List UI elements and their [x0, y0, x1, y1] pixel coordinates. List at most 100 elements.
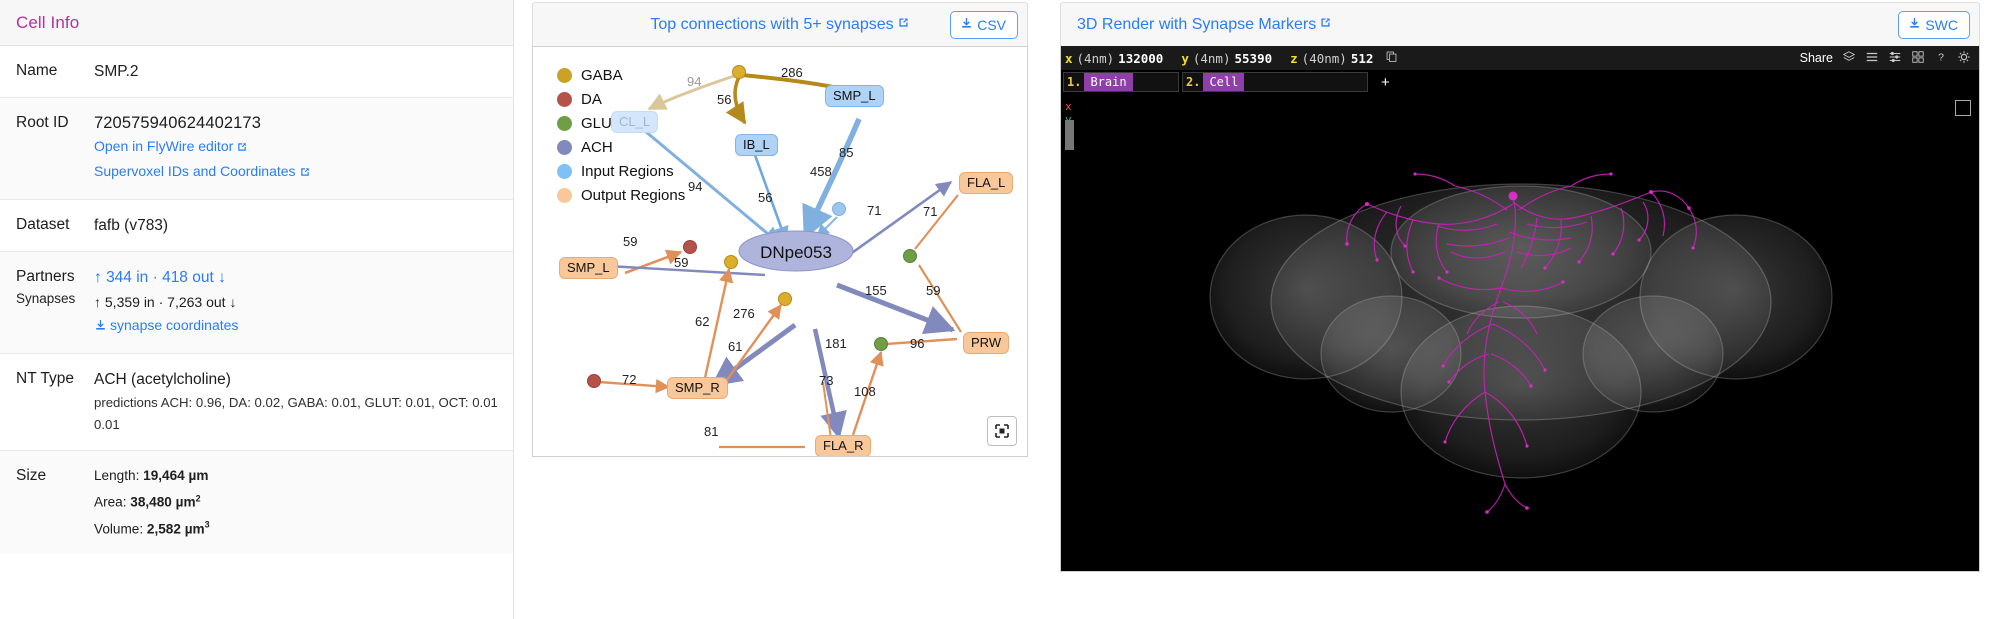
edge-label: 59	[926, 283, 941, 298]
edge-label: 94	[687, 74, 702, 89]
size-area: Area: 38,480 µm2	[94, 487, 497, 514]
size-length-value: 19,464 µm	[143, 468, 209, 483]
sliders-icon[interactable]	[1888, 50, 1902, 67]
cell-info-header: Cell Info	[0, 0, 513, 46]
gear-icon[interactable]	[1957, 50, 1971, 67]
external-link-icon	[299, 162, 311, 185]
menu-icon[interactable]	[1865, 50, 1879, 67]
legend-item-ach: ACH	[557, 135, 685, 159]
csv-label: CSV	[977, 16, 1006, 33]
copy-icon[interactable]	[1385, 50, 1398, 66]
supervoxel-ids-coordinates-link[interactable]: Supervoxel IDs and Coordinates	[94, 160, 296, 182]
graph-node-smp-l-left[interactable]: SMP_L	[559, 257, 618, 279]
synapses-counts: ↑ 5,359 in · 7,263 out ↓	[94, 290, 497, 314]
connections-graph-canvas[interactable]: DNpe053 GABA DA GLUT ACH Input Regions O…	[532, 46, 1028, 457]
info-row-size: Size Length: 19,464 µm Area: 38,480 µm2 …	[0, 451, 513, 555]
partners-in-out[interactable]: 344 in · 418 out	[106, 269, 214, 286]
graph-node-cl-l[interactable]: CL_L	[611, 111, 659, 133]
synapses-in-out: 5,359 in · 7,263 out	[104, 294, 226, 310]
row-label-dataset: Dataset	[16, 216, 70, 233]
add-layer-button[interactable]: +	[1371, 72, 1400, 92]
layers-icon[interactable]	[1842, 50, 1856, 67]
render-3d-panel: 3D Render with Synapse Markers SWC x (4n…	[1046, 0, 1984, 619]
nt-type-value: ACH (acetylcholine)	[94, 371, 231, 388]
nt-predictions-line-2: 0.01	[94, 417, 120, 432]
edge-label: 56	[717, 92, 732, 107]
legend-color-swatch	[557, 115, 572, 131]
layer-tab-cell[interactable]: 2. Cell	[1182, 72, 1368, 92]
info-row-root-id: Root ID 720575940624402173 Open in FlyWi…	[0, 98, 513, 200]
download-icon	[94, 316, 107, 339]
neuroglancer-toolbar: Share ?	[1800, 50, 1975, 67]
legend-label: Input Regions	[581, 162, 674, 180]
edge-label: 71	[867, 203, 882, 218]
info-row-partners: Partners Synapses ↑ 344 in · 418 out ↓ ↑…	[0, 252, 513, 354]
edge-label: 96	[910, 336, 925, 351]
info-row-nt-type: NT Type ACH (acetylcholine) predictions …	[0, 354, 513, 451]
size-volume-label: Volume:	[94, 521, 144, 537]
connections-graph-header: Top connections with 5+ synapses CSV	[532, 2, 1028, 46]
x-axis-label: x	[1065, 50, 1073, 66]
size-length-label: Length:	[94, 468, 140, 483]
graph-node-ib-l[interactable]: IB_L	[735, 134, 778, 156]
edge-label: 81	[704, 424, 719, 439]
root-id-value: 720575940624402173	[94, 114, 261, 132]
page-title: Cell Info	[16, 12, 80, 32]
legend-color-swatch	[557, 163, 572, 179]
edge-label: 108	[854, 384, 876, 399]
legend-color-swatch	[557, 187, 572, 203]
share-button[interactable]: Share	[1800, 51, 1833, 65]
open-in-flywire-editor-link[interactable]: Open in FlyWire editor	[94, 135, 233, 157]
x-coordinate-value[interactable]: 132000	[1118, 51, 1163, 66]
neuroglancer-3d-canvas[interactable]: x y	[1061, 92, 1979, 571]
download-csv-button[interactable]: CSV	[950, 11, 1018, 39]
layer-tab-label: Cell	[1203, 73, 1245, 91]
row-value-name: SMP.2	[94, 63, 139, 80]
size-length: Length: 19,464 µm	[94, 465, 497, 487]
x-axis-unit: (4nm)	[1076, 50, 1115, 66]
info-row-dataset: Dataset fafb (v783)	[0, 200, 513, 252]
partners-counts[interactable]: ↑ 344 in · 418 out ↓	[94, 266, 497, 290]
partners-labels: Partners Synapses	[16, 266, 94, 310]
graph-node-fla-l[interactable]: FLA_L	[959, 172, 1014, 194]
app-root: Cell Info Name SMP.2 Root ID 72057594062…	[0, 0, 2000, 619]
graph-node-prw[interactable]: PRW	[963, 332, 1010, 354]
y-coordinate-value[interactable]: 55390	[1235, 51, 1273, 66]
synapse-coordinates-link[interactable]: synapse coordinates	[110, 314, 238, 336]
arrow-down-icon: ↓	[229, 294, 237, 310]
fit-to-screen-button[interactable]	[987, 416, 1017, 446]
neuroglancer-coordinate-bar: x (4nm) 132000 y (4nm) 55390 z (40nm) 51…	[1061, 46, 1979, 70]
legend-label: GABA	[581, 66, 623, 84]
edge-label: 458	[810, 164, 832, 179]
arrow-up-icon: ↑	[94, 269, 102, 286]
neuroglancer-viewer[interactable]: x (4nm) 132000 y (4nm) 55390 z (40nm) 51…	[1060, 46, 1980, 572]
legend-item-da: DA	[557, 87, 685, 111]
row-label-root-id: Root ID	[16, 114, 69, 131]
graph-legend: GABA DA GLUT ACH Input Regions Output Re…	[557, 63, 685, 207]
render-3d-header: 3D Render with Synapse Markers SWC	[1060, 2, 1980, 46]
graph-node-fla-r[interactable]: FLA_R	[815, 435, 872, 456]
download-icon	[960, 17, 973, 32]
z-axis-label: z	[1290, 50, 1298, 66]
size-volume: Volume: 2,582 µm3	[94, 514, 497, 541]
nt-type-values: ACH (acetylcholine) predictions ACH: 0.9…	[94, 368, 497, 436]
layer-tab-brain[interactable]: 1. Brain	[1063, 72, 1179, 92]
size-volume-exponent: 3	[204, 519, 210, 530]
edge-label: 286	[781, 65, 803, 80]
edge-label: 71	[923, 204, 938, 219]
layout-grid-icon[interactable]	[1911, 50, 1925, 67]
help-icon[interactable]: ?	[1934, 50, 1948, 67]
swc-label: SWC	[1925, 16, 1958, 33]
render-3d-title-link[interactable]: 3D Render with Synapse Markers	[1077, 16, 1316, 34]
arrow-down-icon: ↓	[218, 269, 226, 286]
edge-label: 155	[865, 283, 887, 298]
download-swc-button[interactable]: SWC	[1898, 11, 1970, 39]
graph-node-smp-l-top[interactable]: SMP_L	[825, 85, 884, 107]
z-coordinate-value[interactable]: 512	[1351, 51, 1374, 66]
top-connections-title-link[interactable]: Top connections with 5+ synapses	[650, 16, 893, 34]
graph-node-smp-r[interactable]: SMP_R	[667, 377, 728, 399]
edge-label: 94	[688, 179, 703, 194]
row-label-size: Size	[16, 467, 47, 484]
size-volume-value: 2,582 µm	[146, 521, 205, 537]
external-link-icon	[897, 16, 910, 34]
